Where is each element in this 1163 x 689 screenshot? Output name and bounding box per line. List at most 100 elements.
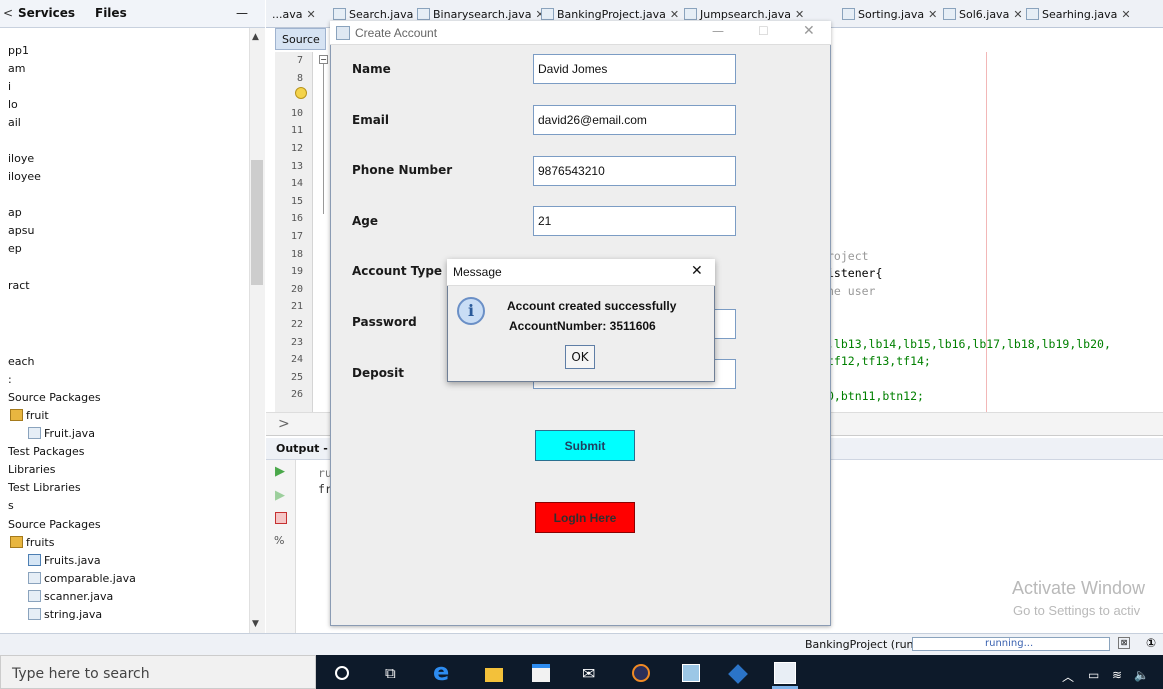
network-icon[interactable]: ▭	[1088, 668, 1106, 686]
tree-item-label: pp1	[8, 44, 29, 57]
field-input[interactable]: 9876543210	[533, 156, 736, 186]
message-close-icon[interactable]: ✕	[691, 263, 703, 279]
run-progress-bar: running...	[912, 637, 1110, 651]
line-number: 16	[290, 213, 303, 225]
tree-item[interactable]: each	[8, 355, 35, 368]
message-line-1: Account created successfully	[507, 299, 677, 313]
tree-scroll-thumb[interactable]	[251, 160, 263, 285]
cortana-icon[interactable]	[335, 666, 349, 680]
create-account-titlebar[interactable]: Create Account — ☐ ✕	[330, 21, 831, 45]
tree-item[interactable]: i	[8, 80, 11, 93]
scroll-down-icon[interactable]: ▼	[252, 619, 259, 629]
minimize-icon[interactable]: —	[712, 24, 724, 38]
tree-item[interactable]: ep	[8, 242, 22, 255]
field-input[interactable]: 21	[533, 206, 736, 236]
run-status-project[interactable]: BankingProject (run)	[805, 638, 918, 651]
tree-item[interactable]: fruits	[10, 536, 54, 549]
tree-item[interactable]: ail	[8, 116, 21, 129]
tree-item[interactable]: apsu	[8, 224, 34, 237]
line-number: 11	[290, 125, 303, 137]
field-label: Age	[352, 214, 379, 228]
rerun-different-icon[interactable]: ▶	[275, 488, 285, 503]
tree-item[interactable]: s	[8, 499, 14, 512]
tab-prev-arrow[interactable]: <	[3, 6, 13, 20]
field-input[interactable]: David Jomes	[533, 54, 736, 84]
tree-item-label: Test Packages	[8, 445, 85, 458]
field-input[interactable]: david26@email.com	[533, 105, 736, 135]
tree-item[interactable]: lo	[8, 98, 18, 111]
file-explorer-icon[interactable]	[485, 668, 503, 682]
tree-item[interactable]: am	[8, 62, 25, 75]
settings-icon[interactable]: %	[274, 534, 284, 547]
code-line: 0,btn11,btn12;	[827, 389, 924, 404]
image-viewer-icon[interactable]	[682, 664, 700, 682]
tree-item[interactable]: Source Packages	[8, 518, 101, 531]
notifications-icon[interactable]: ①	[1146, 636, 1156, 650]
tree-item[interactable]: string.java	[28, 608, 102, 621]
tree-item[interactable]: ract	[8, 279, 30, 292]
rerun-icon[interactable]: ▶	[275, 464, 285, 479]
editor-tab-binarysearch[interactable]: Binarysearch.java✕	[417, 8, 545, 21]
tree-item[interactable]: comparable.java	[28, 572, 136, 585]
tree-item[interactable]: Source Packages	[8, 391, 101, 404]
tree-item[interactable]: Test Libraries	[8, 481, 81, 494]
tray-expand-icon[interactable]: ︿	[1062, 668, 1080, 686]
lightbulb-hint-icon[interactable]	[295, 87, 307, 99]
tree-item[interactable]: pp1	[8, 44, 29, 57]
submit-button[interactable]: Submit	[535, 430, 635, 461]
store-icon[interactable]	[532, 664, 550, 682]
output-toolbar: ▶ ▶ %	[266, 460, 296, 633]
close-icon[interactable]: ✕	[803, 23, 815, 39]
field-label: Deposit	[352, 366, 404, 380]
status-close-icon[interactable]: ⊠	[1118, 637, 1130, 649]
tree-item[interactable]: Fruits.java	[28, 554, 101, 567]
maximize-icon[interactable]: ☐	[758, 24, 769, 38]
tree-item-label: scanner.java	[44, 590, 114, 603]
editor-tab-search[interactable]: Search.java✕	[333, 8, 427, 21]
java-file-icon	[28, 608, 41, 620]
editor-tab-searhing[interactable]: Searhing.java ✕	[1026, 8, 1131, 21]
line-number: 12	[290, 143, 303, 154]
tree-scrollbar[interactable]	[249, 28, 265, 633]
source-tab[interactable]: Source	[275, 28, 326, 50]
tree-item[interactable]: Fruit.java	[28, 427, 95, 440]
line-number: 25	[290, 371, 303, 383]
java-app-icon[interactable]	[774, 662, 796, 684]
tree-item[interactable]: ap	[8, 206, 22, 219]
minimize-panel-icon[interactable]: —	[236, 6, 248, 20]
scroll-up-icon[interactable]: ▲	[252, 32, 259, 42]
editor-tab-sorting[interactable]: Sorting.java ✕	[842, 8, 937, 21]
line-number: 17	[290, 231, 303, 242]
volume-icon[interactable]: 🔈	[1134, 668, 1152, 686]
tree-item[interactable]: iloye	[8, 152, 34, 165]
eclipse-icon[interactable]	[632, 664, 650, 682]
stop-icon[interactable]	[275, 512, 287, 524]
login-here-button[interactable]: LogIn Here	[535, 502, 635, 533]
scroll-right-icon[interactable]: >	[278, 416, 290, 432]
tree-item-label: iloye	[8, 152, 35, 165]
editor-tab-sol6[interactable]: Sol6.java ✕	[943, 8, 1023, 21]
editor-tab-jumpsearch[interactable]: Jumpsearch.java ✕	[684, 8, 804, 21]
tab-files[interactable]: Files	[95, 6, 127, 20]
taskbar-search-input[interactable]: Type here to search	[0, 655, 316, 689]
fold-toggle-icon[interactable]: −	[319, 55, 328, 64]
tree-item-label: s	[8, 499, 14, 512]
line-number: 21	[290, 301, 303, 313]
tree-item[interactable]: Libraries	[8, 463, 56, 476]
tree-item[interactable]: scanner.java	[28, 590, 113, 603]
task-view-icon[interactable]: ⧉	[385, 664, 403, 682]
tree-item[interactable]: :	[8, 373, 12, 386]
tree-item-label: Source Packages	[8, 518, 101, 531]
tree-item[interactable]: iloyee	[8, 170, 41, 183]
field-label: Name	[352, 62, 391, 76]
tree-item[interactable]: Test Packages	[8, 445, 84, 458]
ok-button[interactable]: OK	[565, 345, 595, 369]
tree-item[interactable]: fruit	[10, 409, 49, 422]
edge-browser-icon[interactable]: e	[433, 658, 451, 686]
editor-tab-bankingproject[interactable]: BankingProject.java ✕	[541, 8, 679, 21]
message-titlebar[interactable]: Message ✕	[447, 259, 715, 286]
mail-icon[interactable]: ✉	[582, 664, 600, 683]
editor-tab-ava[interactable]: ...ava ✕	[272, 8, 316, 21]
tab-services[interactable]: Services	[18, 6, 75, 20]
wifi-icon[interactable]: ≋	[1112, 668, 1130, 686]
